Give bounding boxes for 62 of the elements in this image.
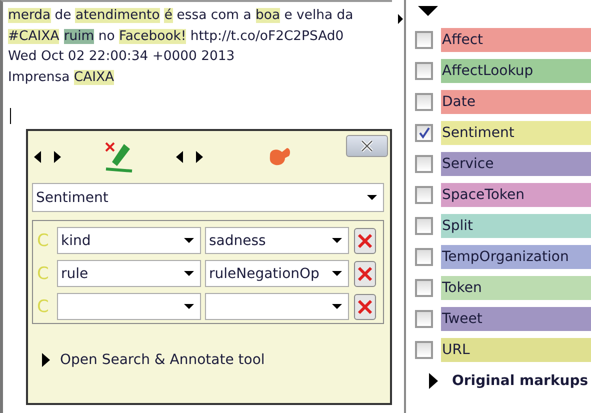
checkbox[interactable] bbox=[415, 92, 433, 110]
expand-arrow-icon[interactable] bbox=[429, 373, 438, 389]
annotated-text: ruim bbox=[64, 28, 94, 44]
annotation-type-label[interactable]: Tweet bbox=[441, 306, 591, 330]
annotated-text: merda bbox=[8, 8, 51, 23]
annotation-type-label[interactable]: Sentiment bbox=[441, 120, 591, 144]
document-text: no bbox=[97, 28, 116, 44]
original-markups-label[interactable]: Original markups bbox=[452, 373, 588, 389]
annotation-type-dropdown[interactable]: Sentiment bbox=[32, 183, 384, 212]
annotation-type-label[interactable]: TempOrganization bbox=[441, 244, 591, 268]
collapse-arrow-icon[interactable] bbox=[418, 6, 438, 16]
checkbox[interactable] bbox=[415, 216, 433, 234]
checkbox[interactable] bbox=[415, 310, 433, 328]
feature-value-dropdown[interactable] bbox=[205, 293, 349, 320]
remove-feature-button[interactable] bbox=[354, 260, 376, 286]
annotation-type-label[interactable]: SpaceToken bbox=[441, 182, 591, 206]
annotation-type-label[interactable]: URL bbox=[441, 338, 591, 362]
delete-icon bbox=[356, 264, 374, 282]
annotation-type-label[interactable]: Split bbox=[441, 214, 591, 238]
splitter-arrow-icon[interactable] bbox=[398, 14, 403, 24]
delete-icon bbox=[356, 298, 374, 316]
feature-value-dropdown[interactable]: ruleNegationOp bbox=[205, 260, 349, 287]
annotated-text: é bbox=[164, 8, 173, 23]
annotation-type-label[interactable]: Affect bbox=[441, 28, 591, 52]
constraint-marker: C bbox=[37, 296, 50, 316]
open-search-annotate-link[interactable]: Open Search & Annotate tool bbox=[60, 352, 265, 368]
annotated-text: Facebook! bbox=[118, 28, 186, 44]
expand-arrow-icon[interactable] bbox=[42, 353, 50, 367]
feature-value-dropdown[interactable]: sadness bbox=[205, 227, 349, 254]
checkbox[interactable] bbox=[415, 278, 433, 296]
annotated-text: CAIXA bbox=[74, 70, 114, 84]
document-text: essa com a bbox=[176, 8, 252, 23]
checkbox[interactable] bbox=[415, 186, 433, 204]
close-icon bbox=[359, 140, 375, 152]
feature-name-dropdown[interactable]: kind bbox=[57, 227, 201, 254]
checkbox[interactable] bbox=[415, 248, 433, 266]
annotation-type-label[interactable]: Token bbox=[441, 276, 591, 300]
constraint-marker: C bbox=[37, 230, 50, 250]
annotated-text: boa bbox=[256, 8, 280, 23]
remove-feature-button[interactable] bbox=[354, 294, 376, 320]
checkbox[interactable] bbox=[415, 154, 433, 172]
checkbox[interactable] bbox=[415, 340, 433, 358]
annotated-text: #CAIXA bbox=[8, 28, 60, 44]
document-text: Wed Oct 02 22:00:34 +0000 2013 bbox=[8, 49, 235, 64]
close-button[interactable] bbox=[346, 135, 388, 157]
document-text: e velha da bbox=[283, 8, 354, 23]
feature-name-dropdown[interactable]: rule bbox=[57, 260, 201, 287]
document-text: Imprensa bbox=[8, 70, 71, 84]
constraint-marker: C bbox=[37, 264, 50, 284]
annotation-type-label[interactable]: Date bbox=[441, 90, 591, 114]
annotated-text: atendimento bbox=[75, 8, 160, 23]
checkbox[interactable] bbox=[415, 30, 433, 48]
annotation-type-label[interactable]: AffectLookup bbox=[441, 58, 591, 82]
checkbox[interactable] bbox=[415, 124, 433, 142]
text-cursor bbox=[10, 108, 11, 124]
document-text: de bbox=[54, 8, 72, 23]
document-text: http://t.co/oF2C2PSAd0 bbox=[189, 28, 344, 44]
feature-name-dropdown[interactable] bbox=[57, 293, 201, 320]
annotation-type-label[interactable]: Service bbox=[441, 152, 591, 176]
checkbox[interactable] bbox=[415, 62, 433, 80]
remove-feature-button[interactable] bbox=[354, 228, 376, 254]
delete-icon bbox=[356, 232, 374, 250]
